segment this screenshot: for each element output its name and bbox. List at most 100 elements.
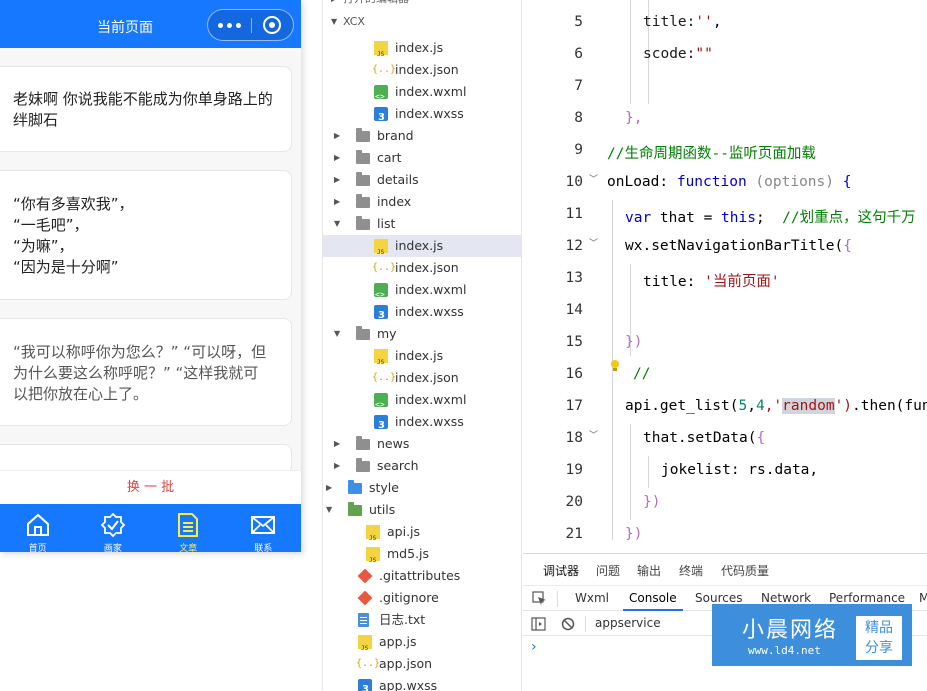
fold-chevron-icon[interactable]: ﹀ <box>589 172 598 185</box>
file-item[interactable]: api.js <box>323 521 521 550</box>
file-item[interactable]: 日志.txt <box>323 609 521 631</box>
wxss-icon <box>374 305 388 327</box>
file-item[interactable]: index.js <box>323 235 521 264</box>
more-icon[interactable] <box>218 23 242 29</box>
line-number: 9 <box>574 142 583 158</box>
file-item[interactable]: md5.js <box>323 543 521 572</box>
folder-item[interactable]: ▶ news <box>323 433 521 455</box>
json-icon <box>372 63 396 77</box>
file-item[interactable]: index.wxss <box>323 411 521 437</box>
clear-console-icon[interactable] <box>561 617 575 631</box>
refresh-button[interactable]: 换 一 批 <box>0 470 301 504</box>
indent-guide <box>630 424 631 520</box>
folder-item[interactable]: ▶ search <box>323 455 521 477</box>
tab-network[interactable]: Network <box>761 591 811 605</box>
inspect-icon[interactable] <box>532 591 547 606</box>
file-item[interactable]: index.wxml <box>323 389 521 416</box>
panel-tabs: 调试器 问题 输出 终端 代码质量 <box>523 554 927 583</box>
tab-output[interactable]: 输出 <box>637 562 661 579</box>
open-editors-header[interactable]: ▶ 打开的编辑器 <box>323 0 521 10</box>
file-item[interactable]: index.wxml <box>323 81 521 108</box>
chevron-right-icon[interactable]: ▶ <box>334 147 340 169</box>
tab-performance[interactable]: Performance <box>829 591 905 605</box>
chevron-right-icon[interactable]: ▶ <box>326 477 332 499</box>
tab-sources[interactable]: Sources <box>695 591 742 605</box>
file-item[interactable]: index.js <box>323 37 521 66</box>
file-item[interactable]: index.json <box>323 257 521 279</box>
file-item[interactable]: app.js <box>323 631 521 660</box>
lightbulb-icon[interactable] <box>610 359 620 373</box>
wxss-icon <box>374 415 388 437</box>
chevron-down-icon[interactable]: ▼ <box>334 213 340 235</box>
folder-item[interactable]: ▼ my <box>323 323 521 345</box>
chevron-down-icon: ▼ <box>331 17 338 26</box>
tab-code-quality[interactable]: 代码质量 <box>721 562 769 579</box>
folder-item[interactable]: ▶ style <box>323 477 521 499</box>
js-icon <box>366 525 380 550</box>
file-item[interactable]: index.js <box>323 345 521 374</box>
sidebar-toggle-icon[interactable] <box>531 617 546 631</box>
file-item[interactable]: index.json <box>323 367 521 389</box>
file-item[interactable]: index.json <box>323 59 521 81</box>
tab-home[interactable]: 首页 <box>0 504 75 552</box>
chevron-right-icon[interactable]: ▶ <box>334 125 340 147</box>
file-item[interactable]: app.json <box>323 653 521 675</box>
chevron-right-icon[interactable]: ▶ <box>334 433 340 455</box>
file-item[interactable]: index.wxss <box>323 103 521 129</box>
folder-item[interactable]: ▼ utils <box>323 499 521 521</box>
file-name: index.js <box>395 40 444 55</box>
project-root[interactable]: ▼ XCX <box>323 11 521 33</box>
line-number: 10 <box>565 174 583 190</box>
tab-more[interactable]: M <box>919 591 927 605</box>
tab-problems[interactable]: 问题 <box>596 562 620 579</box>
code-line-12: wx.setNavigationBarTitle({ <box>625 238 852 254</box>
context-selector[interactable]: appservice <box>595 616 661 630</box>
navigation-bar: 当前页面 <box>0 0 301 48</box>
console-prompt[interactable]: › <box>531 639 537 655</box>
file-item[interactable]: .gitignore <box>323 587 521 609</box>
folder-item[interactable]: ▼ list <box>323 213 521 235</box>
file-item[interactable]: app.wxss <box>323 675 521 691</box>
line-number: 15 <box>565 334 583 350</box>
file-item[interactable]: .gitattributes <box>323 565 521 587</box>
line-number: 13 <box>565 270 583 286</box>
chevron-right-icon[interactable]: ▶ <box>334 191 340 213</box>
chevron-right-icon[interactable]: ▶ <box>334 455 340 477</box>
folder-item[interactable]: ▶ details <box>323 169 521 191</box>
tab-article[interactable]: 文章 <box>151 504 226 552</box>
fold-chevron-icon[interactable]: ﹀ <box>589 428 598 441</box>
chevron-right-icon[interactable]: ▶ <box>334 169 340 191</box>
folder-icon <box>356 326 370 340</box>
folder-item[interactable]: ▶ cart <box>323 147 521 169</box>
folder-item[interactable]: ▶ brand <box>323 125 521 147</box>
home-icon <box>26 513 49 536</box>
tab-wxml[interactable]: Wxml <box>575 591 609 605</box>
folder-icon <box>356 194 370 208</box>
file-name: app.js <box>379 634 417 649</box>
mail-icon <box>251 516 276 534</box>
tab-console[interactable]: Console <box>623 591 683 611</box>
folder-item[interactable]: ▶ index <box>323 191 521 213</box>
tab-debugger[interactable]: 调试器 <box>543 562 579 579</box>
joke-card[interactable]: 老妹啊 你说我能不能成为你单身路上的绊脚石 <box>0 66 292 152</box>
code-editor[interactable]: 5 6 7 8 9 10 11 12 13 14 15 16 17 18 19 20 21 ﹀ ﹀ ﹀ titl… <box>523 0 927 553</box>
tab-terminal[interactable]: 终端 <box>679 562 703 579</box>
file-item[interactable]: index.wxml <box>323 279 521 306</box>
file-name: my <box>377 326 397 341</box>
file-name: index.wxml <box>395 282 467 297</box>
capsule-menu[interactable] <box>207 9 294 41</box>
joke-card[interactable]: “你有多喜欢我”， “一毛吧”， “为嘛”， “因为是十分啊” <box>0 170 292 300</box>
close-miniprogram-icon[interactable] <box>263 16 281 34</box>
code-line-6: scode:"" <box>643 46 713 62</box>
chevron-down-icon[interactable]: ▼ <box>334 323 340 345</box>
joke-card[interactable]: “我可以称呼你为您么？” “可以呀，但为什么要这么称呼呢？” “这样我就可以把你… <box>0 318 292 426</box>
file-name: index.json <box>395 260 459 275</box>
file-item[interactable]: index.wxss <box>323 301 521 327</box>
folder-icon <box>356 216 370 230</box>
code-line-18: that.setData({ <box>643 430 766 446</box>
fold-chevron-icon[interactable]: ﹀ <box>589 236 598 249</box>
code-line-17: api.get_list(5,4,'random').then(fun <box>625 398 927 414</box>
chevron-down-icon[interactable]: ▼ <box>326 499 332 521</box>
tab-painter[interactable]: 画家 <box>75 504 150 552</box>
tab-contact[interactable]: 联系 <box>226 504 301 552</box>
